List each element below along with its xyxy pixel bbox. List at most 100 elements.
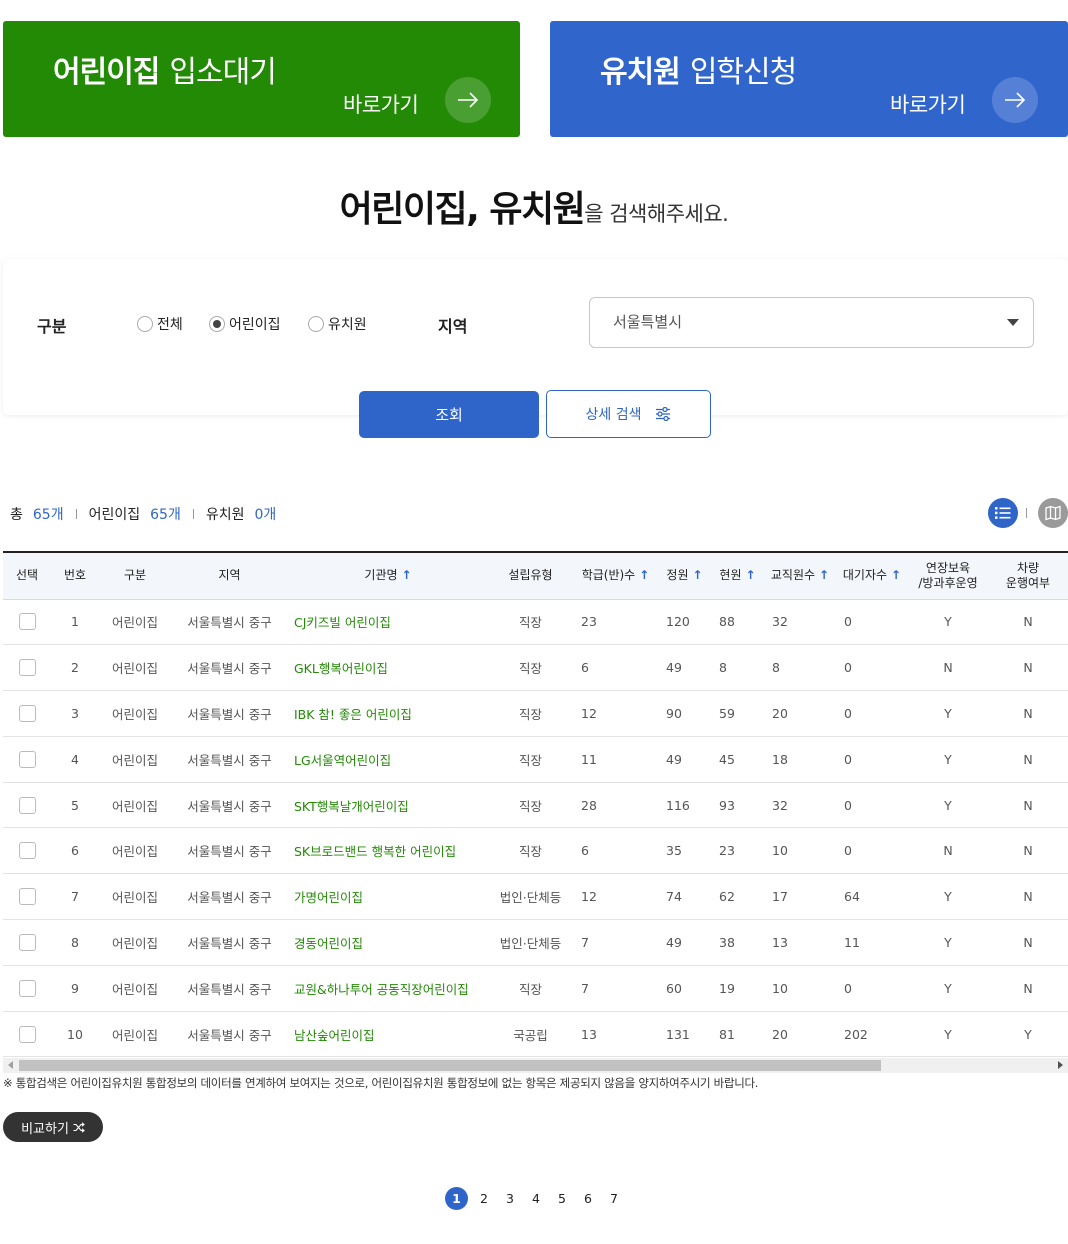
radio-kindergarten[interactable]: 유치원 — [308, 315, 367, 333]
cell-current: 8 — [719, 660, 727, 676]
cell-staff: 20 — [772, 1026, 788, 1042]
page-3-link[interactable]: 3 — [497, 1191, 523, 1206]
radio-all[interactable]: 전체 — [137, 315, 183, 333]
cell-staff: 20 — [772, 705, 788, 721]
sort-arrow-icon[interactable]: ↑ — [402, 568, 412, 582]
col-waiting[interactable]: 대기자수 ↑ — [836, 552, 908, 600]
cell-name[interactable]: CJ키즈빌 어린이집 — [288, 599, 488, 645]
divider — [192, 509, 194, 519]
compare-button[interactable]: 비교하기 — [3, 1112, 103, 1142]
table-row[interactable]: 7 어린이집 서울특별시 중구 가명어린이집 법인·단체등 12 74 62 17 64 Y N — [3, 874, 1068, 920]
cell-name[interactable]: LG서울역어린이집 — [288, 736, 488, 782]
row-checkbox[interactable] — [18, 842, 36, 860]
cell-no: 2 — [71, 660, 79, 676]
col-classes[interactable]: 학급(반)수 ↑ — [573, 552, 658, 600]
radio-circle-checked[interactable] — [209, 316, 225, 332]
page-heading: 어린이집, 유치원을 검색해주세요. — [339, 189, 729, 230]
row-checkbox[interactable] — [18, 659, 36, 677]
cell-extended: N — [943, 843, 953, 859]
page-2-link[interactable]: 2 — [471, 1191, 497, 1206]
cell-extended: Y — [944, 797, 952, 813]
map-view-button[interactable] — [1038, 498, 1068, 528]
cell-staff: 10 — [772, 843, 788, 859]
cell-classes: 23 — [581, 614, 597, 630]
cell-no: 6 — [71, 843, 79, 859]
table-row[interactable]: 8 어린이집 서울특별시 중구 경동어린이집 법인·단체등 7 49 38 13 11 Y N — [3, 920, 1068, 966]
cell-region: 서울특별시 중구 — [187, 615, 272, 631]
page-4-link[interactable]: 4 — [523, 1191, 549, 1206]
detail-search-button[interactable]: 상세 검색 — [546, 390, 711, 438]
cell-vehicle: N — [1023, 843, 1033, 859]
arrow-right-icon[interactable] — [992, 77, 1038, 123]
row-checkbox[interactable] — [18, 1025, 36, 1043]
cell-founding: 법인·단체등 — [499, 935, 562, 951]
cell-name[interactable]: 가명어린이집 — [288, 874, 488, 920]
sort-arrow-icon[interactable]: ↑ — [746, 568, 756, 582]
cell-extended: Y — [944, 705, 952, 721]
cell-capacity: 74 — [666, 889, 682, 905]
cell-classes: 7 — [581, 934, 589, 950]
page-7-link[interactable]: 7 — [601, 1191, 627, 1206]
cell-current: 38 — [719, 934, 735, 950]
daycare-waitlist-banner[interactable]: 어린이집 입소대기 바로가기 — [3, 21, 520, 137]
cell-name[interactable]: SK브로드밴드 행복한 어린이집 — [288, 828, 488, 874]
cell-name[interactable]: SKT행복날개어린이집 — [288, 782, 488, 828]
col-name[interactable]: 기관명 ↑ — [288, 552, 488, 600]
row-checkbox[interactable] — [18, 933, 36, 951]
page-5-link[interactable]: 5 — [549, 1191, 575, 1206]
row-checkbox[interactable] — [18, 979, 36, 997]
row-checkbox[interactable] — [18, 704, 36, 722]
radio-daycare[interactable]: 어린이집 — [209, 315, 281, 333]
cell-staff: 18 — [772, 751, 788, 767]
horizontal-scrollbar[interactable] — [3, 1058, 1068, 1073]
kindergarten-apply-banner[interactable]: 유치원 입학신청 바로가기 — [550, 21, 1068, 137]
cell-type: 어린이집 — [111, 752, 158, 768]
table-body: 1 어린이집 서울특별시 중구 CJ키즈빌 어린이집 직장 23 120 88 32 0 Y N 2 어린… — [3, 599, 1068, 1057]
table-row[interactable]: 9 어린이집 서울특별시 중구 교원&하나투어 공동직장어린이집 직장 7 60 19 10 0 Y… — [3, 965, 1068, 1012]
cell-name[interactable]: 교원&하나투어 공동직장어린이집 — [288, 965, 488, 1011]
sort-arrow-icon[interactable]: ↑ — [891, 568, 901, 582]
row-checkbox[interactable] — [18, 613, 36, 631]
table-row[interactable]: 1 어린이집 서울특별시 중구 CJ키즈빌 어린이집 직장 23 120 88 32 0 Y N — [3, 599, 1068, 645]
cell-region: 서울특별시 중구 — [187, 661, 272, 677]
col-capacity[interactable]: 정원 ↑ — [658, 552, 711, 600]
table-row[interactable]: 4 어린이집 서울특별시 중구 LG서울역어린이집 직장 11 49 45 18 0 Y N — [3, 736, 1068, 783]
table-row[interactable]: 2 어린이집 서울특별시 중구 GKL행복어린이집 직장 6 49 8 8 0 N N — [3, 645, 1068, 691]
page-6-link[interactable]: 6 — [575, 1191, 601, 1206]
row-checkbox[interactable] — [18, 796, 36, 814]
kindergarten-banner-go-label: 바로가기 — [890, 93, 966, 117]
table-row[interactable]: 6 어린이집 서울특별시 중구 SK브로드밴드 행복한 어린이집 직장 6 35 23 10 0 N… — [3, 828, 1068, 874]
cell-no: 10 — [67, 1026, 83, 1042]
col-current[interactable]: 현원 ↑ — [711, 552, 764, 600]
search-button[interactable]: 조회 — [359, 391, 539, 438]
cell-classes: 28 — [581, 797, 597, 813]
page-1-link[interactable]: 1 — [445, 1186, 468, 1210]
divider — [75, 509, 77, 519]
cell-waiting: 202 — [844, 1026, 868, 1042]
cell-name[interactable]: 남산숲어린이집 — [288, 1011, 488, 1057]
scroll-right-icon[interactable] — [1058, 1061, 1063, 1069]
cell-waiting: 0 — [844, 980, 852, 996]
table-row[interactable]: 3 어린이집 서울특별시 중구 IBK 참! 좋은 어린이집 직장 12 90 59 20 0 Y N — [3, 691, 1068, 737]
scrollbar-thumb[interactable] — [19, 1060, 881, 1071]
arrow-right-icon[interactable] — [445, 77, 491, 123]
table-row[interactable]: 5 어린이집 서울특별시 중구 SKT행복날개어린이집 직장 28 116 93 32 0 Y N — [3, 782, 1068, 828]
scroll-left-icon[interactable] — [8, 1061, 13, 1069]
list-view-button[interactable] — [988, 498, 1018, 528]
cell-name[interactable]: IBK 참! 좋은 어린이집 — [288, 691, 488, 737]
region-select[interactable]: 서울특별시 — [589, 297, 1034, 348]
table-row[interactable]: 10 어린이집 서울특별시 중구 남산숲어린이집 국공립 13 131 81 20 202 Y Y — [3, 1011, 1068, 1057]
row-checkbox[interactable] — [18, 750, 36, 768]
sort-arrow-icon[interactable]: ↑ — [639, 568, 649, 582]
cell-name[interactable]: GKL행복어린이집 — [288, 645, 488, 691]
cell-extended: Y — [944, 889, 952, 905]
row-checkbox[interactable] — [18, 888, 36, 906]
radio-circle[interactable] — [137, 316, 153, 332]
sort-arrow-icon[interactable]: ↑ — [693, 568, 703, 582]
col-staff[interactable]: 교직원수 ↑ — [764, 552, 836, 600]
radio-circle[interactable] — [308, 316, 324, 332]
cell-vehicle: N — [1023, 889, 1033, 905]
sort-arrow-icon[interactable]: ↑ — [819, 568, 829, 582]
cell-name[interactable]: 경동어린이집 — [288, 920, 488, 966]
cell-capacity: 60 — [666, 980, 682, 996]
